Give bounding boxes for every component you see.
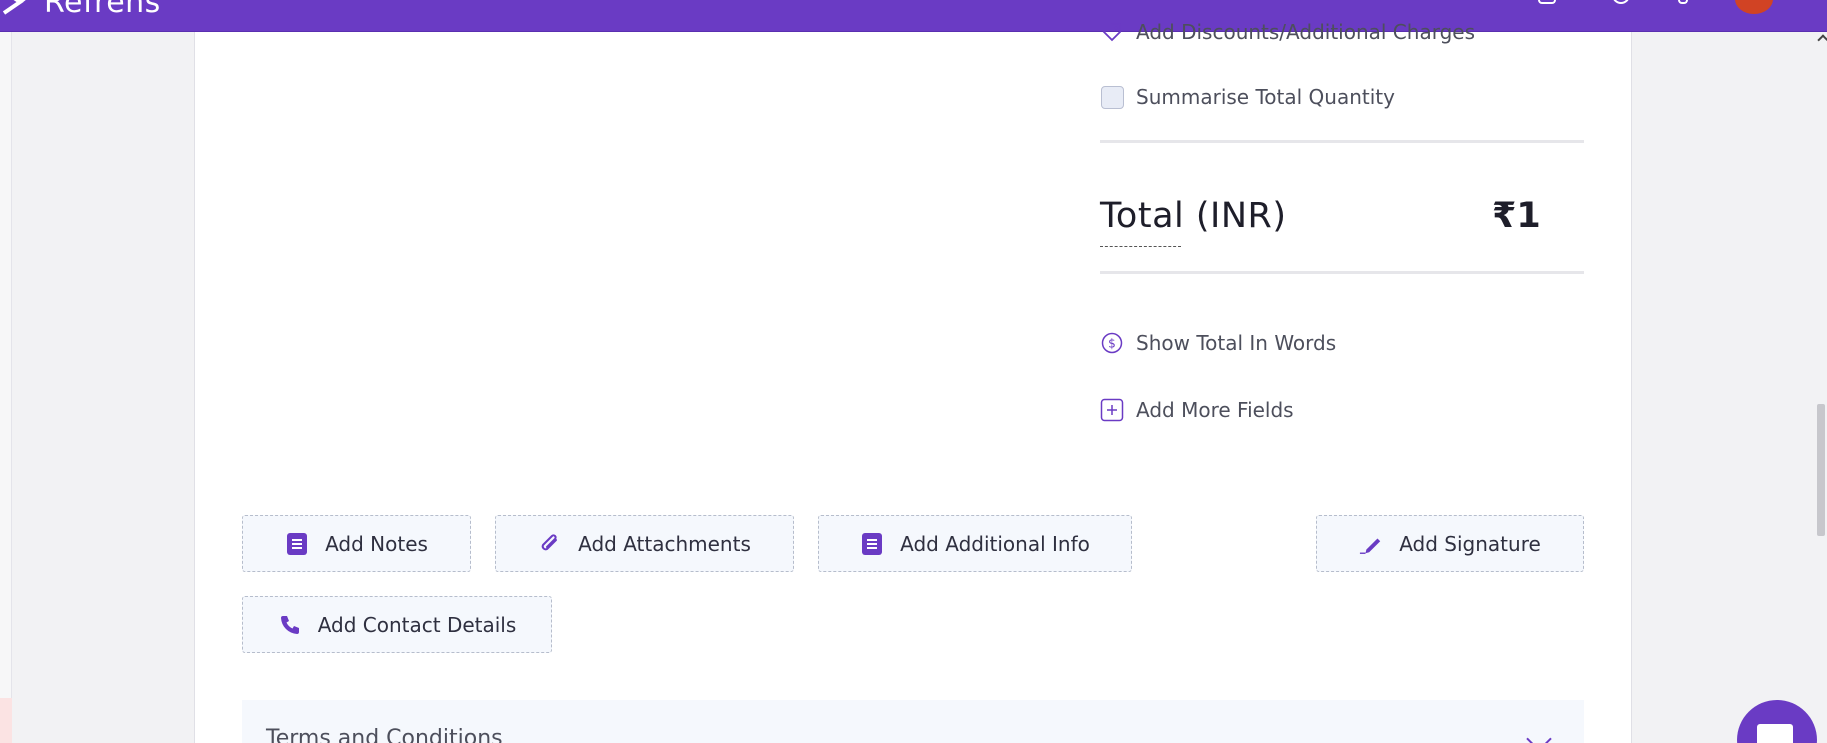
add-more-fields-row[interactable]: Add More Fields <box>1100 398 1294 422</box>
add-more-fields-label: Add More Fields <box>1136 398 1294 422</box>
add-discounts-row[interactable]: Add Discounts/Additional Charges <box>1100 20 1475 44</box>
add-contact-details-button[interactable]: Add Contact Details <box>242 596 552 653</box>
summarise-checkbox[interactable] <box>1100 85 1124 109</box>
terms-conditions-section[interactable]: Terms and Conditions <box>242 700 1584 743</box>
total-label[interactable]: Total (INR) <box>1100 196 1287 236</box>
divider-bottom <box>1100 271 1584 274</box>
scrollbar-thumb[interactable] <box>1817 404 1825 536</box>
dollar-circle-icon: $ <box>1100 331 1124 355</box>
phone-icon <box>278 613 302 637</box>
terms-title: Terms and Conditions <box>266 726 503 743</box>
add-contact-details-label: Add Contact Details <box>317 612 517 637</box>
divider-top <box>1100 140 1584 143</box>
show-total-words-row[interactable]: $ Show Total In Words <box>1100 331 1336 355</box>
notes-icon <box>285 532 309 556</box>
info-document-icon <box>860 532 884 556</box>
add-signature-button[interactable]: Add Signature <box>1316 515 1584 572</box>
app-logo[interactable]: Refrens <box>0 0 161 20</box>
add-attachments-button[interactable]: Add Attachments <box>495 515 794 572</box>
svg-text:$: $ <box>1108 337 1116 351</box>
add-signature-label: Add Signature <box>1399 531 1541 556</box>
tag-icon <box>1100 20 1124 44</box>
show-total-words-label: Show Total In Words <box>1136 331 1337 355</box>
notification-icon[interactable] <box>1678 0 1688 4</box>
refrens-logo-icon <box>2 0 26 15</box>
user-avatar[interactable] <box>1735 0 1773 14</box>
add-notes-button[interactable]: Add Notes <box>242 515 471 572</box>
search-icon[interactable] <box>1612 0 1630 4</box>
summarise-label: Summarise Total Quantity <box>1136 85 1395 109</box>
left-panel-edge <box>0 32 12 743</box>
chat-bubble-icon <box>1757 724 1793 743</box>
paperclip-icon <box>538 532 562 556</box>
summarise-quantity-row[interactable]: Summarise Total Quantity <box>1100 85 1395 109</box>
plus-square-icon <box>1100 398 1124 422</box>
left-panel-highlight <box>0 698 12 743</box>
chevron-down-icon[interactable] <box>1526 726 1552 743</box>
top-navbar: Refrens <box>0 0 1827 32</box>
add-additional-info-button[interactable]: Add Additional Info <box>818 515 1132 572</box>
home-icon[interactable] <box>1538 0 1556 4</box>
total-label-underline <box>1100 246 1181 247</box>
add-additional-info-label: Add Additional Info <box>900 531 1090 556</box>
add-discounts-label: Add Discounts/Additional Charges <box>1136 20 1475 44</box>
add-attachments-label: Add Attachments <box>578 531 751 556</box>
add-notes-label: Add Notes <box>325 531 428 556</box>
chat-widget-button[interactable] <box>1737 700 1817 743</box>
total-amount: ₹1 <box>1492 196 1541 236</box>
scroll-up-arrow-icon[interactable] <box>1817 34 1827 46</box>
app-name: Refrens <box>44 0 161 20</box>
pen-icon <box>1359 532 1383 556</box>
